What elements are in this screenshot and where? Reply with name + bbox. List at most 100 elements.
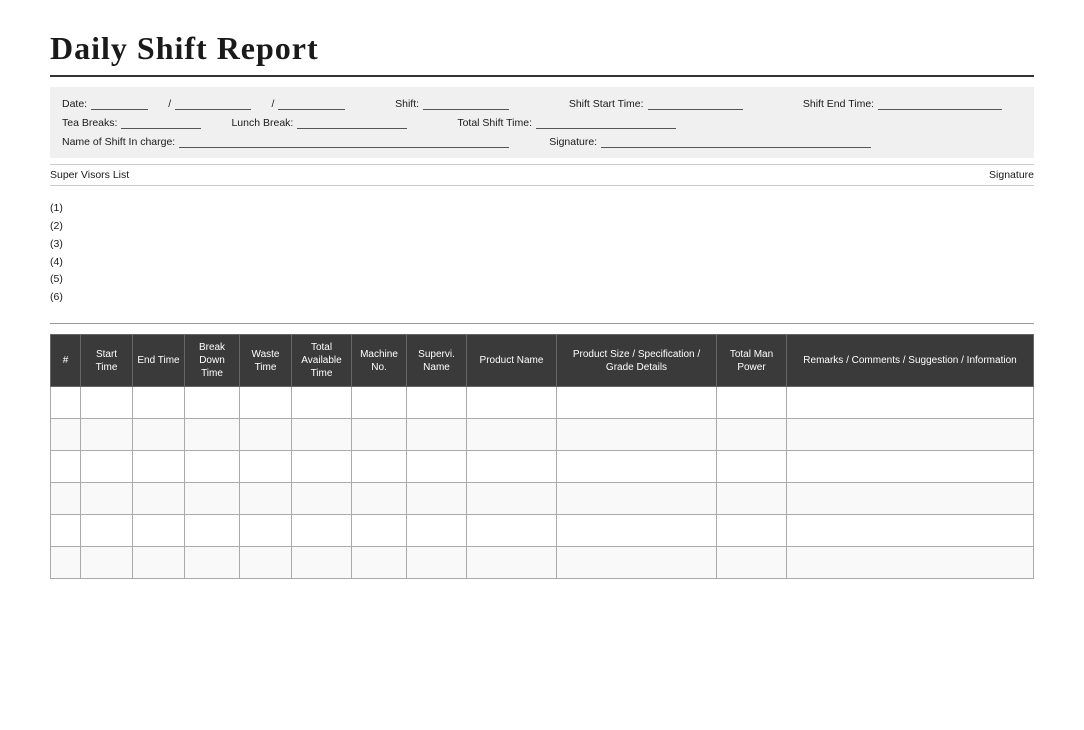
cell[interactable] bbox=[557, 547, 717, 579]
shift-start-field[interactable] bbox=[648, 97, 743, 110]
cell[interactable] bbox=[240, 451, 292, 483]
cell[interactable] bbox=[352, 387, 407, 419]
cell[interactable] bbox=[81, 547, 133, 579]
cell[interactable] bbox=[292, 451, 352, 483]
cell[interactable] bbox=[51, 547, 81, 579]
cell[interactable] bbox=[717, 451, 787, 483]
cell[interactable] bbox=[240, 547, 292, 579]
cell[interactable] bbox=[557, 451, 717, 483]
cell[interactable] bbox=[467, 451, 557, 483]
cell[interactable] bbox=[51, 515, 81, 547]
cell[interactable] bbox=[133, 483, 185, 515]
cell[interactable] bbox=[717, 547, 787, 579]
cell[interactable] bbox=[352, 451, 407, 483]
cell[interactable] bbox=[467, 547, 557, 579]
date-field-1[interactable] bbox=[91, 97, 148, 110]
cell[interactable] bbox=[717, 419, 787, 451]
cell[interactable] bbox=[240, 483, 292, 515]
cell[interactable] bbox=[81, 515, 133, 547]
date-field-3[interactable] bbox=[278, 97, 345, 110]
cell[interactable] bbox=[407, 547, 467, 579]
cell[interactable] bbox=[185, 483, 240, 515]
cell[interactable] bbox=[407, 387, 467, 419]
cell[interactable] bbox=[292, 387, 352, 419]
cell[interactable] bbox=[407, 419, 467, 451]
cell[interactable] bbox=[81, 451, 133, 483]
cell[interactable] bbox=[407, 515, 467, 547]
cell[interactable] bbox=[407, 483, 467, 515]
cell[interactable] bbox=[81, 387, 133, 419]
supervisor-item-2: (2) bbox=[50, 218, 1034, 236]
cell[interactable] bbox=[185, 451, 240, 483]
cell[interactable] bbox=[133, 515, 185, 547]
cell[interactable] bbox=[292, 515, 352, 547]
cell[interactable] bbox=[51, 451, 81, 483]
cell[interactable] bbox=[292, 547, 352, 579]
cell[interactable] bbox=[717, 483, 787, 515]
title-divider bbox=[50, 75, 1034, 77]
page-title: Daily Shift Report bbox=[50, 30, 1034, 67]
cell[interactable] bbox=[185, 419, 240, 451]
cell[interactable] bbox=[467, 419, 557, 451]
cell[interactable] bbox=[292, 483, 352, 515]
cell[interactable] bbox=[407, 451, 467, 483]
cell[interactable] bbox=[51, 419, 81, 451]
cell[interactable] bbox=[352, 547, 407, 579]
cell[interactable] bbox=[467, 387, 557, 419]
total-shift-label: Total Shift Time: bbox=[457, 117, 532, 129]
cell[interactable] bbox=[467, 483, 557, 515]
info-row-3: Name of Shift In charge: Signature: bbox=[62, 135, 1022, 148]
cell[interactable] bbox=[557, 387, 717, 419]
cell[interactable] bbox=[352, 483, 407, 515]
cell[interactable] bbox=[557, 483, 717, 515]
cell[interactable] bbox=[185, 547, 240, 579]
cell[interactable] bbox=[787, 419, 1034, 451]
cell[interactable] bbox=[51, 483, 81, 515]
cell[interactable] bbox=[240, 419, 292, 451]
supervisor-item-3: (3) bbox=[50, 236, 1034, 254]
cell[interactable] bbox=[787, 547, 1034, 579]
shift-end-label: Shift End Time: bbox=[803, 98, 874, 110]
signature-field[interactable] bbox=[601, 135, 871, 148]
cell[interactable] bbox=[292, 419, 352, 451]
cell[interactable] bbox=[133, 387, 185, 419]
cell[interactable] bbox=[185, 387, 240, 419]
info-row-2: Tea Breaks: Lunch Break: Total Shift Tim… bbox=[62, 116, 1022, 129]
cell[interactable] bbox=[81, 419, 133, 451]
cell[interactable] bbox=[185, 515, 240, 547]
cell[interactable] bbox=[787, 483, 1034, 515]
name-label: Name of Shift In charge: bbox=[62, 136, 175, 148]
cell[interactable] bbox=[240, 387, 292, 419]
name-field[interactable] bbox=[179, 135, 509, 148]
signature-label: Signature: bbox=[549, 136, 597, 148]
shift-end-field[interactable] bbox=[878, 97, 1002, 110]
cell[interactable] bbox=[557, 515, 717, 547]
cell[interactable] bbox=[787, 387, 1034, 419]
cell[interactable] bbox=[133, 419, 185, 451]
cell[interactable] bbox=[133, 451, 185, 483]
lunch-break-field[interactable] bbox=[297, 116, 407, 129]
col-breakdown-time: Break Down Time bbox=[185, 335, 240, 387]
col-start-time: Start Time bbox=[81, 335, 133, 387]
cell[interactable] bbox=[717, 387, 787, 419]
table-row bbox=[51, 387, 1034, 419]
tea-breaks-field[interactable] bbox=[121, 116, 201, 129]
cell[interactable] bbox=[81, 483, 133, 515]
cell[interactable] bbox=[133, 547, 185, 579]
cell[interactable] bbox=[557, 419, 717, 451]
table-row bbox=[51, 483, 1034, 515]
supervisors-section: Super Visors List Signature bbox=[50, 164, 1034, 186]
date-field-2[interactable] bbox=[175, 97, 251, 110]
total-shift-field[interactable] bbox=[536, 116, 676, 129]
info-row-1: Date: / / Shift: Shift Start Time: Shift… bbox=[62, 97, 1022, 110]
supervisors-list-label: Super Visors List bbox=[50, 169, 129, 181]
cell[interactable] bbox=[51, 387, 81, 419]
cell[interactable] bbox=[787, 451, 1034, 483]
cell[interactable] bbox=[352, 515, 407, 547]
cell[interactable] bbox=[467, 515, 557, 547]
cell[interactable] bbox=[717, 515, 787, 547]
shift-field[interactable] bbox=[423, 97, 509, 110]
cell[interactable] bbox=[352, 419, 407, 451]
cell[interactable] bbox=[787, 515, 1034, 547]
cell[interactable] bbox=[240, 515, 292, 547]
